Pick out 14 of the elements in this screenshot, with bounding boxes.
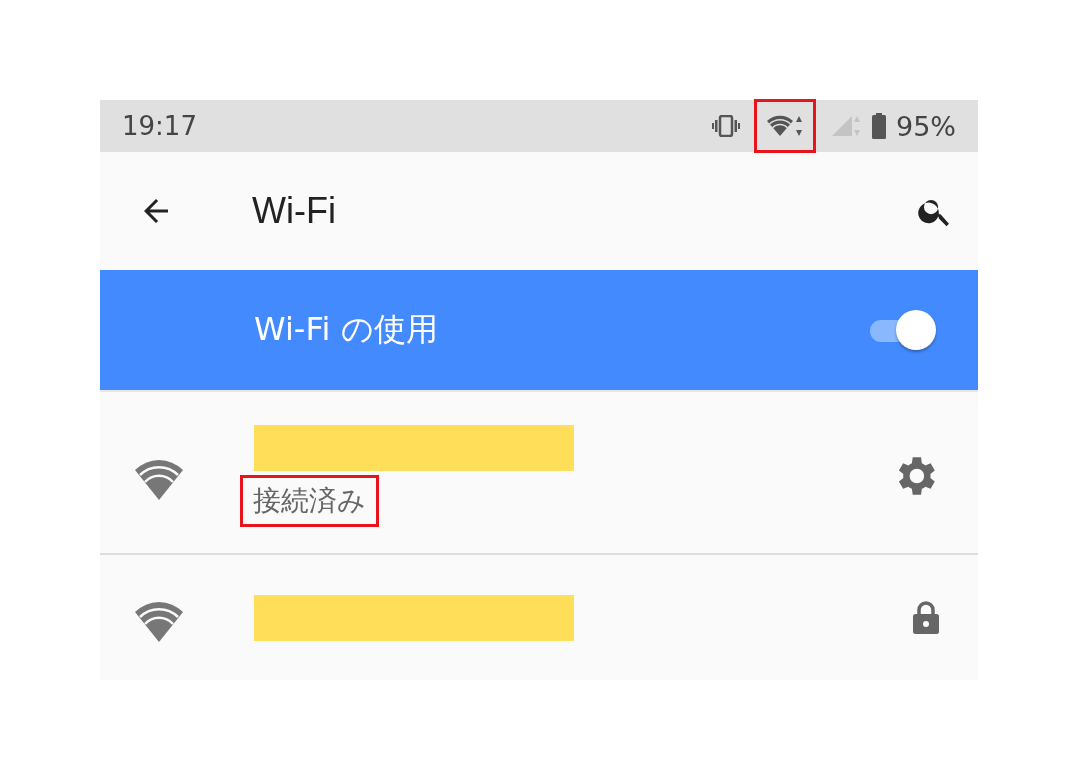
vibrate-icon — [712, 115, 740, 137]
wifi-icon — [134, 599, 184, 642]
wifi-toggle-label: Wi-Fi の使用 — [254, 309, 439, 350]
network-status: 接続済み — [240, 474, 379, 527]
status-time: 19:17 — [122, 111, 197, 141]
lock-icon — [912, 600, 940, 635]
network-item[interactable]: 接続済み — [100, 398, 978, 553]
battery-icon — [872, 113, 886, 139]
wifi-icon — [766, 114, 804, 138]
wifi-toggle[interactable] — [870, 308, 938, 352]
cell-signal-icon — [830, 114, 862, 138]
screen-title: Wi-Fi — [252, 190, 337, 232]
wifi-icon — [134, 457, 184, 500]
battery-percent: 95% — [896, 110, 956, 142]
